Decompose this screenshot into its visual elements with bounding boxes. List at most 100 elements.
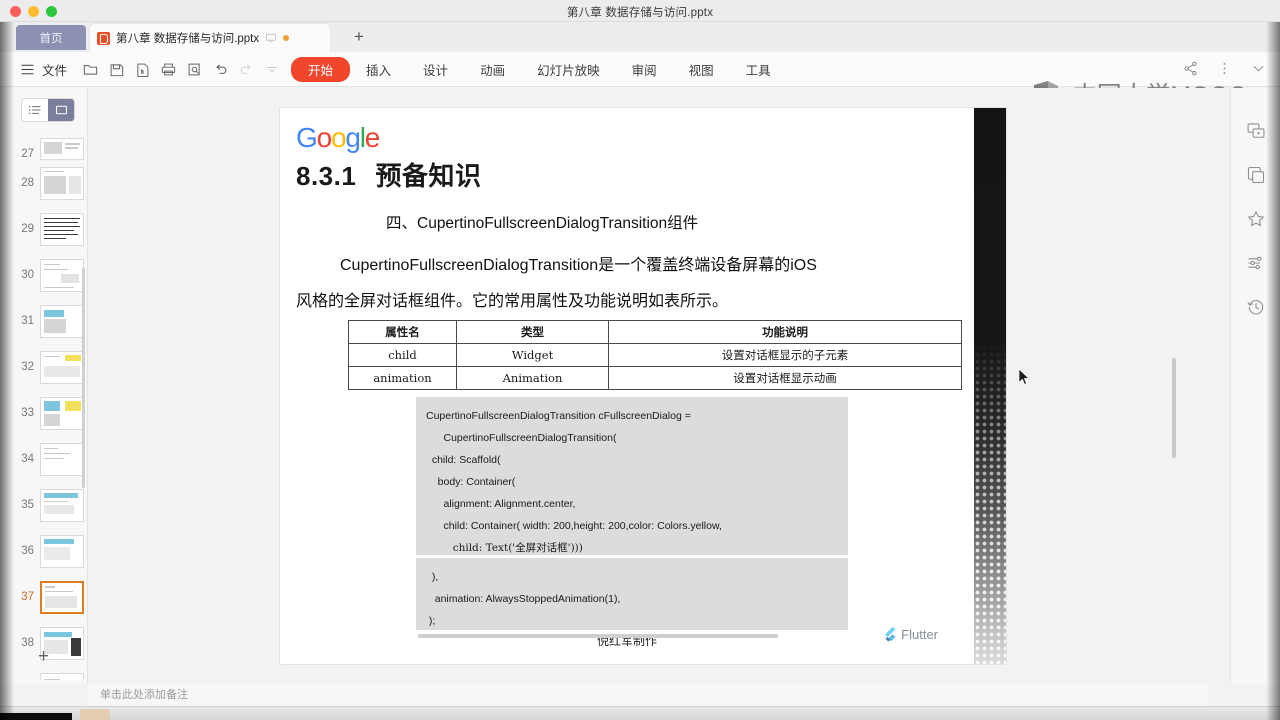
slide-thumbnail-39[interactable]: 39 [0, 666, 88, 680]
taskbar-dark-segment [0, 713, 72, 720]
thumbnail-preview [40, 580, 84, 614]
properties-table[interactable]: 属性名 类型 功能说明 child Widget 设置对话框显示的子元素 ani… [348, 320, 962, 390]
new-tab-button[interactable]: + [350, 28, 368, 47]
code-line: alignment: Alignment.center, [426, 498, 576, 510]
canvas-vertical-scrollbar[interactable] [1172, 358, 1176, 458]
tab-view-label: 视图 [688, 63, 714, 78]
code-block-secondary[interactable]: ), animation: AlwaysStoppedAnimation(1),… [416, 558, 848, 630]
slide-thumbnail-37-selected[interactable]: 37 [0, 574, 88, 620]
slide-number: 37 [21, 591, 34, 603]
slide-thumbnail-31[interactable]: 31 [0, 298, 88, 344]
code-line: ), [426, 571, 439, 583]
flutter-logo: Flutter [882, 626, 938, 643]
hamburger-menu-icon[interactable] [16, 58, 38, 80]
slide-number: 34 [21, 453, 34, 465]
code-line: body: Container( [426, 476, 516, 488]
open-folder-icon[interactable] [77, 56, 103, 82]
table-header-cell: 属性名 [348, 320, 457, 344]
slide-title-text: 预备知识 [375, 162, 482, 192]
current-slide[interactable]: Google 8.3.1 预备知识 四、CupertinoFullscreenD… [280, 108, 1006, 664]
canvas-horizontal-scrollbar[interactable] [418, 634, 778, 638]
window-title-bar: 第八章 数据存储与访问.pptx [0, 0, 1280, 22]
tab-review-label: 审阅 [631, 63, 657, 78]
print-icon[interactable] [155, 56, 181, 82]
table-row: child Widget 设置对话框显示的子元素 [348, 343, 962, 367]
tab-slideshow[interactable]: 幻灯片放映 [521, 57, 616, 82]
flutter-icon [882, 626, 897, 643]
document-tab-bar: 首页 第八章 数据存储与访问.pptx + [0, 22, 1280, 52]
save-icon[interactable] [103, 56, 129, 82]
ribbon-bar: 文件 开始 插入 设计 动画 幻灯片放映 审阅 视图 工具 [0, 52, 1280, 110]
thumbnail-preview [40, 258, 84, 292]
slide-thumbnail-28[interactable]: 28 [0, 160, 88, 206]
more-vertical-icon[interactable] [1214, 58, 1234, 78]
slide-thumbnail-30[interactable]: 30 [0, 252, 88, 298]
slide-thumbnail-29[interactable]: 29 [0, 206, 88, 252]
slide-thumbnail-32[interactable]: 32 [0, 344, 88, 390]
print-preview-icon[interactable] [181, 56, 207, 82]
tab-review[interactable]: 审阅 [616, 57, 673, 82]
slide-thumbnail-35[interactable]: 35 [0, 482, 88, 528]
taskbar-window-peek[interactable] [80, 709, 110, 720]
cast-screen-icon[interactable] [265, 33, 277, 44]
tab-view[interactable]: 视图 [673, 57, 730, 82]
thumbnail-preview [40, 138, 84, 160]
settings-sliders-icon[interactable] [1245, 252, 1267, 274]
duplicate-layers-icon[interactable] [1245, 164, 1267, 186]
table-row: animation Animation 设置对话框显示动画 [348, 366, 962, 390]
halftone-dots-pattern [974, 344, 1006, 664]
tab-tools[interactable]: 工具 [730, 57, 787, 82]
google-logo: Google [296, 122, 381, 154]
google-letter-e: e [364, 122, 381, 153]
slide-thumbnail-36[interactable]: 36 [0, 528, 88, 574]
slide-thumbnail-34[interactable]: 34 [0, 436, 88, 482]
star-favorite-icon[interactable] [1245, 208, 1267, 230]
undo-icon[interactable] [207, 56, 233, 82]
tab-design[interactable]: 设计 [407, 57, 464, 82]
slide-number: 27 [21, 148, 34, 160]
google-letter-G: G [296, 122, 318, 153]
code-block-primary[interactable]: CupertinoFullscreenDialogTransition cFul… [416, 397, 848, 555]
thumbnail-scrollbar[interactable] [82, 268, 85, 488]
tab-animation-label: 动画 [480, 63, 506, 78]
tab-insert-label: 插入 [366, 63, 392, 78]
comment-icon[interactable] [1245, 120, 1267, 142]
slide-editing-canvas[interactable]: Google 8.3.1 预备知识 四、CupertinoFullscreenD… [88, 88, 1230, 684]
slide-view-button[interactable] [48, 99, 74, 121]
table-cell-property: animation [348, 366, 457, 390]
mouse-cursor [1018, 368, 1030, 385]
view-mode-toggle[interactable] [21, 98, 75, 122]
table-header-row: 属性名 类型 功能说明 [348, 320, 962, 344]
outline-view-button[interactable] [22, 99, 48, 121]
thumbnail-preview [40, 166, 84, 200]
tab-insert[interactable]: 插入 [350, 57, 407, 82]
slide-thumbnail-27[interactable]: 27 [0, 120, 88, 160]
document-tab-active[interactable]: 第八章 数据存储与访问.pptx [90, 24, 330, 52]
more-chevron-icon[interactable] [259, 56, 285, 82]
redo-icon[interactable] [233, 56, 259, 82]
home-tab[interactable]: 首页 [16, 25, 86, 50]
table-header-cell: 功能说明 [608, 320, 962, 344]
table-cell-type: Widget [456, 343, 609, 367]
google-letter-o2: o [330, 122, 347, 153]
table-cell-description: 设置对话框显示的子元素 [608, 343, 962, 367]
table-cell-description: 设置对话框显示动画 [608, 366, 962, 390]
share-icon[interactable] [1180, 58, 1200, 78]
notes-placeholder: 单击此处添加备注 [100, 688, 188, 701]
history-clock-icon[interactable] [1245, 296, 1267, 318]
add-slide-button[interactable]: + [38, 646, 49, 668]
thumbnail-list[interactable]: 27 28 29 30 31 32 33 34 35 36 37 38 [0, 120, 88, 680]
slide-thumbnail-33[interactable]: 33 [0, 390, 88, 436]
thumbnail-preview [40, 442, 84, 476]
export-pdf-icon[interactable] [129, 56, 155, 82]
table-cell-type: Animation [456, 366, 609, 390]
code-line: animation: AlwaysStoppedAnimation(1), [426, 593, 621, 605]
collapse-chevron-icon[interactable] [1248, 58, 1268, 78]
slide-paragraph[interactable]: CupertinoFullscreenDialogTransition是一个覆盖… [296, 248, 980, 320]
file-menu-label[interactable]: 文件 [42, 60, 67, 79]
slide-title[interactable]: 8.3.1 预备知识 [296, 156, 481, 193]
tab-start[interactable]: 开始 [291, 56, 351, 82]
tab-animation[interactable]: 动画 [464, 57, 521, 82]
slide-subheading[interactable]: 四、CupertinoFullscreenDialogTransition组件 [386, 211, 698, 233]
ribbon-right-actions [1180, 58, 1268, 78]
